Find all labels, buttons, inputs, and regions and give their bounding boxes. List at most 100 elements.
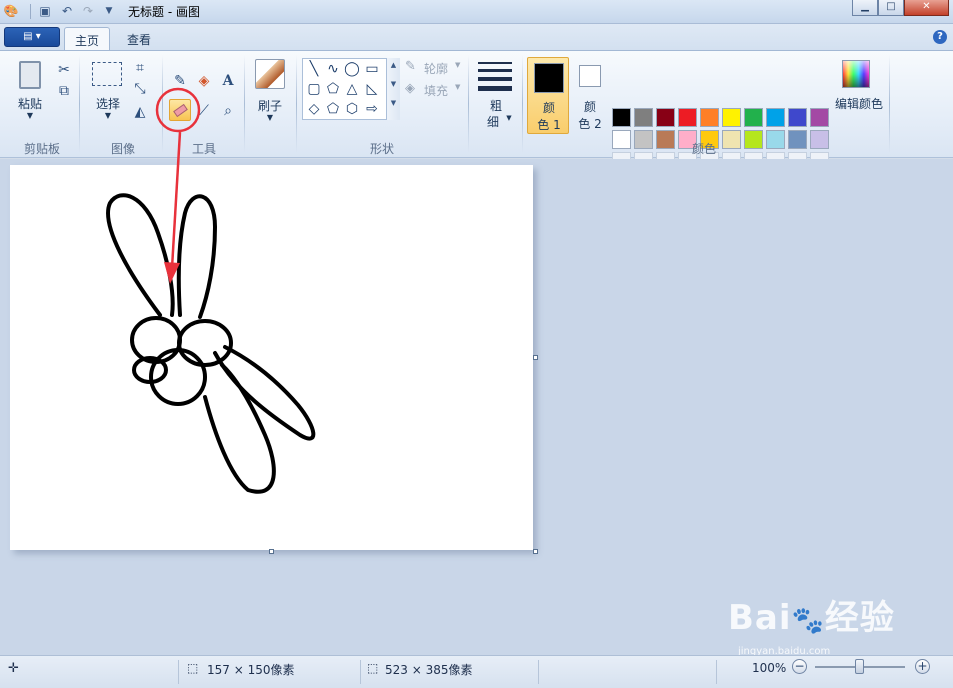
title-bar: 🎨 ▣ ↶ ↷ ▼ 无标题 - 画图 ▁ □ ✕ xyxy=(0,0,953,24)
canvas-size-icon: ⬚ xyxy=(367,661,379,675)
palette-color-swatch[interactable] xyxy=(722,130,741,149)
palette-color-swatch[interactable] xyxy=(788,108,807,127)
palette-color-swatch[interactable] xyxy=(744,108,763,127)
group-separator xyxy=(522,55,523,153)
color2-label-bottom: 色 2 xyxy=(578,117,602,131)
palette-color-swatch[interactable] xyxy=(612,130,631,149)
pencil-icon[interactable]: ✎ xyxy=(170,71,190,91)
line-shape-icon[interactable]: ╲ xyxy=(305,60,323,78)
rounded-rectangle-shape-icon[interactable]: ▢ xyxy=(305,80,323,98)
canvas-resize-handle-corner[interactable] xyxy=(533,549,538,554)
color2-button[interactable]: 颜 色 2 xyxy=(572,57,608,134)
colors-group-label: 颜色 xyxy=(691,142,716,156)
palette-color-swatch[interactable] xyxy=(612,108,631,127)
rotate-icon[interactable]: ◭ xyxy=(130,102,150,122)
palette-color-swatch[interactable] xyxy=(700,108,719,127)
copy-icon[interactable]: ⧉ xyxy=(54,81,74,101)
file-menu-button[interactable]: ▤ ▾ xyxy=(4,27,60,47)
color1-button[interactable]: 颜 色 1 xyxy=(527,57,569,134)
close-button[interactable]: ✕ xyxy=(904,0,949,16)
group-separator xyxy=(244,55,245,153)
text-tool-icon[interactable]: A xyxy=(218,71,238,91)
magnifier-icon[interactable]: ⌕ xyxy=(218,101,238,121)
tab-view[interactable]: 查看 xyxy=(117,27,161,50)
diamond-shape-icon[interactable]: ◇ xyxy=(305,100,323,118)
palette-color-swatch[interactable] xyxy=(722,108,741,127)
palette-color-swatch[interactable] xyxy=(766,130,785,149)
close-icon: ✕ xyxy=(922,1,931,12)
oval-shape-icon[interactable]: ◯ xyxy=(343,60,361,78)
curve-shape-icon[interactable]: ∿ xyxy=(324,60,342,78)
ribbon: 粘贴 ▼ ✂ ⧉ 剪贴板 选择 ▼ ⌗ ⤡ ◭ 图像 ✎ ◈ A ⟋ ⌕ 工具 … xyxy=(0,50,953,171)
palette-color-swatch[interactable] xyxy=(634,108,653,127)
size-line-thickest xyxy=(478,86,512,91)
customize-dropdown-icon[interactable]: ▼ xyxy=(101,3,117,19)
select-dropdown-icon: ▼ xyxy=(104,111,112,120)
tab-home[interactable]: 主页 xyxy=(64,27,111,50)
zoom-out-button[interactable]: − xyxy=(792,659,807,674)
maximize-button[interactable]: □ xyxy=(878,0,904,16)
paw-icon: 🐾 xyxy=(791,606,825,636)
hexagon-shape-icon[interactable]: ⬡ xyxy=(343,100,361,118)
left-lower-wing xyxy=(203,363,276,494)
triangle-shape-icon[interactable]: △ xyxy=(343,80,361,98)
fill-label: 填充 xyxy=(424,84,449,98)
right-eye xyxy=(177,319,233,367)
right-lower-wing xyxy=(213,345,316,441)
minus-icon: − xyxy=(794,659,805,673)
zoom-in-button[interactable]: + xyxy=(915,659,930,674)
palette-color-swatch[interactable] xyxy=(656,130,675,149)
paste-dropdown-icon: ▼ xyxy=(26,111,34,120)
redo-icon[interactable]: ↷ xyxy=(80,3,96,19)
crop-icon[interactable]: ⌗ xyxy=(130,58,150,78)
eraser-button[interactable] xyxy=(169,99,191,121)
zoom-slider-thumb[interactable] xyxy=(855,659,864,674)
shapes-gallery-scroll[interactable]: ▲ ▼ ▼ xyxy=(386,58,400,120)
clipboard-icon xyxy=(19,61,41,89)
palette-color-swatch[interactable] xyxy=(678,108,697,127)
color2-label-top: 颜 xyxy=(583,100,596,114)
fill-bucket-icon[interactable]: ◈ xyxy=(194,71,214,91)
undo-icon[interactable]: ↶ xyxy=(59,3,75,19)
clipboard-group-label: 剪贴板 xyxy=(23,142,60,156)
minimize-button[interactable]: ▁ xyxy=(852,0,878,16)
size-button[interactable]: 粗 细 ▼ xyxy=(474,57,518,137)
palette-color-swatch[interactable] xyxy=(810,108,829,127)
thorax xyxy=(149,348,207,406)
group-separator xyxy=(296,55,297,153)
size-line-medium xyxy=(478,69,512,72)
outline-button[interactable]: ✎ 轮廓 ▼ xyxy=(405,59,465,77)
palette-color-swatch[interactable] xyxy=(766,108,785,127)
palette-color-swatch[interactable] xyxy=(788,130,807,149)
brushes-button[interactable]: 刷子 ▼ xyxy=(250,57,290,135)
palette-color-swatch[interactable] xyxy=(634,130,653,149)
right-triangle-shape-icon[interactable]: ◺ xyxy=(363,80,381,98)
color-spectrum-icon xyxy=(842,60,870,88)
select-button[interactable]: 选择 ▼ xyxy=(88,59,128,133)
paste-button[interactable]: 粘贴 ▼ xyxy=(12,57,48,133)
save-icon[interactable]: ▣ xyxy=(37,3,53,19)
color-picker-icon[interactable]: ⟋ xyxy=(194,101,214,121)
palette-color-swatch[interactable] xyxy=(656,108,675,127)
select-rectangle-icon xyxy=(92,62,122,86)
drawing-canvas[interactable] xyxy=(10,165,533,550)
edit-colors-button[interactable]: 编辑颜色 xyxy=(834,57,884,117)
pentagon-shape-icon[interactable]: ⬠ xyxy=(324,100,342,118)
status-bar: ✛ ⬚ 157 × 150像素 ⬚ 523 × 385像素 100% − + xyxy=(0,655,953,688)
canvas-resize-handle-right[interactable] xyxy=(533,355,538,360)
polygon-shape-icon[interactable]: ⬠ xyxy=(324,80,342,98)
resize-icon[interactable]: ⤡ xyxy=(130,79,150,99)
help-icon[interactable]: ? xyxy=(933,30,947,44)
rectangle-shape-icon[interactable]: ▭ xyxy=(363,60,381,78)
palette-color-swatch[interactable] xyxy=(810,130,829,149)
canvas-resize-handle-bottom[interactable] xyxy=(269,549,274,554)
paint-app-icon[interactable]: 🎨 xyxy=(3,3,19,19)
fill-button[interactable]: ◈ 填充 ▼ xyxy=(405,81,465,99)
status-separator xyxy=(716,660,717,684)
plus-icon: + xyxy=(917,659,928,673)
color1-label-bottom: 色 1 xyxy=(537,118,561,132)
palette-color-swatch[interactable] xyxy=(744,130,763,149)
cut-icon[interactable]: ✂ xyxy=(54,60,74,80)
right-upper-wing xyxy=(176,194,218,319)
arrow-shape-icon[interactable]: ⇨ xyxy=(363,100,381,118)
